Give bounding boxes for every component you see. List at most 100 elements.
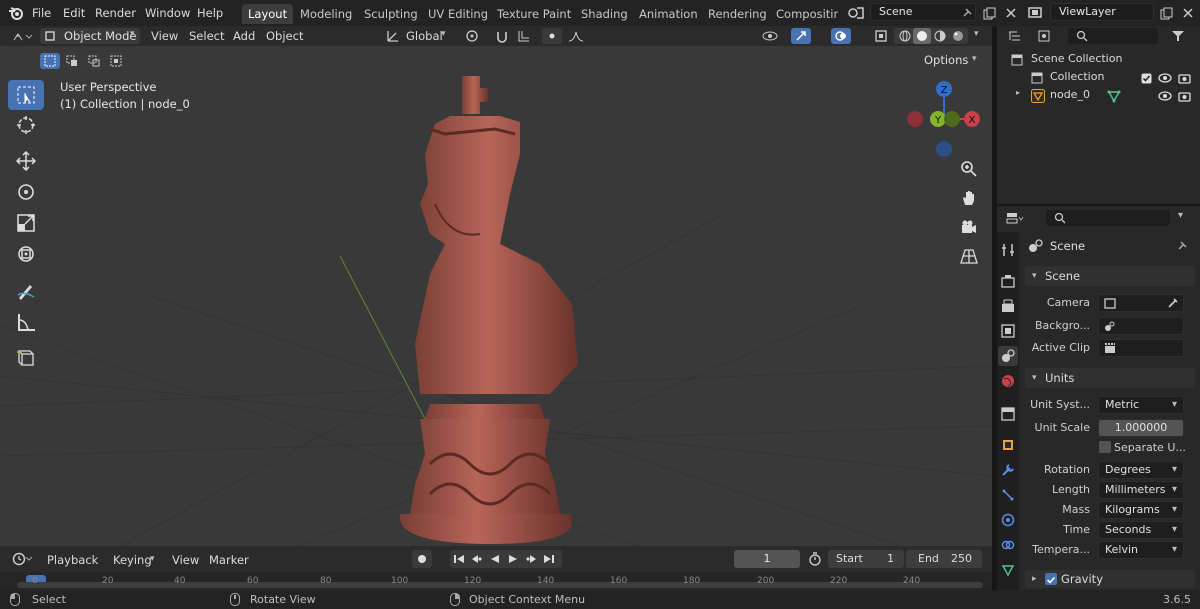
collection-tab-icon[interactable]	[998, 404, 1018, 424]
select-new-icon[interactable]	[40, 53, 60, 69]
tab-layout[interactable]: Layout	[242, 4, 294, 24]
render-camera-icon[interactable]	[1176, 89, 1192, 103]
material-shading-icon[interactable]	[931, 28, 949, 44]
transform-orientation-icon[interactable]	[384, 28, 402, 44]
view-layer-tab-icon[interactable]	[998, 321, 1018, 341]
background-field[interactable]	[1098, 317, 1184, 335]
pan-hand-icon[interactable]	[956, 185, 982, 211]
3d-viewport[interactable]: User Perspective (1) Collection | node_0…	[0, 46, 992, 546]
camera-field[interactable]	[1098, 294, 1184, 312]
scene-tab-icon[interactable]	[998, 346, 1018, 366]
menu-playback[interactable]: Playback	[47, 553, 98, 567]
units-section-header[interactable]: ▾ Units	[1025, 368, 1195, 388]
scene-icon[interactable]	[844, 4, 868, 22]
remove-scene-icon[interactable]	[1002, 4, 1020, 22]
menu-select[interactable]: Select	[189, 29, 224, 43]
display-mode-icon[interactable]	[1034, 28, 1060, 44]
new-scene-icon[interactable]	[980, 4, 998, 22]
active-clip-field[interactable]	[1098, 339, 1184, 357]
jump-end-icon[interactable]	[540, 550, 558, 568]
current-frame-input[interactable]: 1	[734, 550, 800, 568]
outliner-editor-type-icon[interactable]	[1004, 28, 1030, 44]
add-cube-tool-icon[interactable]	[8, 343, 44, 373]
snap-icon[interactable]	[492, 28, 512, 44]
temperature-dropdown[interactable]: Kelvin	[1098, 541, 1184, 559]
end-frame-field[interactable]: End 250	[906, 550, 982, 568]
tool-tab-icon[interactable]	[998, 240, 1018, 260]
zoom-icon[interactable]	[956, 156, 982, 182]
eye-icon[interactable]	[1157, 71, 1173, 85]
object-tab-icon[interactable]	[998, 435, 1018, 455]
gravity-checkbox[interactable]	[1045, 573, 1057, 585]
time-dropdown[interactable]: Seconds	[1098, 521, 1184, 539]
proportional-edit-icon[interactable]	[542, 28, 562, 44]
transform-tool-icon[interactable]	[8, 239, 44, 269]
world-tab-icon[interactable]	[998, 371, 1018, 391]
annotate-tool-icon[interactable]	[8, 276, 44, 306]
view-layer-field[interactable]: ViewLayer	[1050, 3, 1154, 21]
next-keyframe-icon[interactable]	[522, 550, 540, 568]
select-box-tool-icon[interactable]	[8, 80, 44, 110]
properties-search-input[interactable]	[1046, 210, 1170, 226]
navigation-gizmo[interactable]: Z Y X	[902, 76, 986, 160]
outliner-row-scene-collection[interactable]: Scene Collection	[1005, 52, 1195, 68]
options-dropdown[interactable]: Options	[924, 53, 968, 67]
expand-arrow-icon[interactable]: ▸	[1016, 88, 1020, 97]
cursor-tool-icon[interactable]	[8, 110, 44, 140]
menu-timeline-view[interactable]: View	[172, 553, 199, 567]
wireframe-shading-icon[interactable]	[896, 28, 914, 44]
new-view-layer-icon[interactable]	[1157, 4, 1175, 22]
mesh-data-icon[interactable]	[1107, 89, 1121, 103]
orientation-dropdown[interactable]: Global	[406, 29, 443, 43]
select-invert-icon[interactable]	[106, 53, 126, 69]
tab-animation[interactable]: Animation	[633, 4, 704, 24]
snap-target-icon[interactable]	[514, 28, 538, 44]
mass-dropdown[interactable]: Kilograms	[1098, 501, 1184, 519]
tab-uv-editing[interactable]: UV Editing	[422, 4, 494, 24]
rendered-shading-icon[interactable]	[949, 28, 967, 44]
render-camera-icon[interactable]	[1176, 71, 1192, 85]
chevron-down-icon[interactable]: ▾	[1178, 210, 1183, 221]
modifier-tab-icon[interactable]	[998, 460, 1018, 480]
record-icon[interactable]	[412, 550, 432, 568]
eye-icon[interactable]	[1157, 89, 1173, 103]
rotate-tool-icon[interactable]	[8, 177, 44, 207]
mode-selector[interactable]: Object Mode ▾	[40, 28, 140, 44]
tab-texture-paint[interactable]: Texture Paint	[491, 4, 577, 24]
scale-tool-icon[interactable]	[8, 208, 44, 238]
editor-type-icon[interactable]	[8, 28, 36, 44]
menu-edit[interactable]: Edit	[63, 6, 85, 20]
menu-file[interactable]: File	[32, 6, 51, 20]
tab-rendering[interactable]: Rendering	[702, 4, 773, 24]
pin-icon[interactable]	[958, 4, 976, 22]
outliner-search-input[interactable]	[1068, 28, 1158, 44]
select-subtract-icon[interactable]	[84, 53, 104, 69]
scene-section-header[interactable]: ▾ Scene	[1025, 266, 1195, 286]
unit-scale-input[interactable]: 1.000000	[1098, 419, 1184, 437]
visibility-icon[interactable]	[758, 28, 782, 44]
menu-window[interactable]: Window	[145, 6, 190, 20]
stopwatch-icon[interactable]	[806, 550, 824, 568]
unit-system-dropdown[interactable]: Metric	[1098, 396, 1184, 414]
camera-view-icon[interactable]	[956, 214, 982, 240]
xray-icon[interactable]	[872, 28, 890, 44]
constraints-tab-icon[interactable]	[998, 535, 1018, 555]
menu-view[interactable]: View	[151, 29, 178, 43]
tab-shading[interactable]: Shading	[575, 4, 634, 24]
filter-icon[interactable]	[1164, 28, 1192, 44]
tab-compositing[interactable]: Compositin	[770, 4, 838, 24]
prev-keyframe-icon[interactable]	[468, 550, 486, 568]
chess-bust-model[interactable]	[390, 74, 590, 544]
solid-shading-icon[interactable]	[913, 28, 931, 44]
tab-sculpting[interactable]: Sculpting	[358, 4, 424, 24]
remove-view-layer-icon[interactable]	[1179, 4, 1197, 22]
menu-marker[interactable]: Marker	[209, 553, 249, 567]
view-layer-icon[interactable]	[1024, 4, 1048, 22]
move-tool-icon[interactable]	[8, 146, 44, 176]
perspective-grid-icon[interactable]	[956, 243, 982, 269]
chevron-down-icon[interactable]: ▾	[974, 29, 979, 39]
overlays-icon[interactable]	[831, 28, 851, 44]
properties-editor-type-icon[interactable]	[1002, 210, 1028, 226]
outliner-row-node-0[interactable]: ▸ node_0	[1005, 88, 1195, 104]
eyedropper-icon[interactable]	[1167, 297, 1179, 309]
